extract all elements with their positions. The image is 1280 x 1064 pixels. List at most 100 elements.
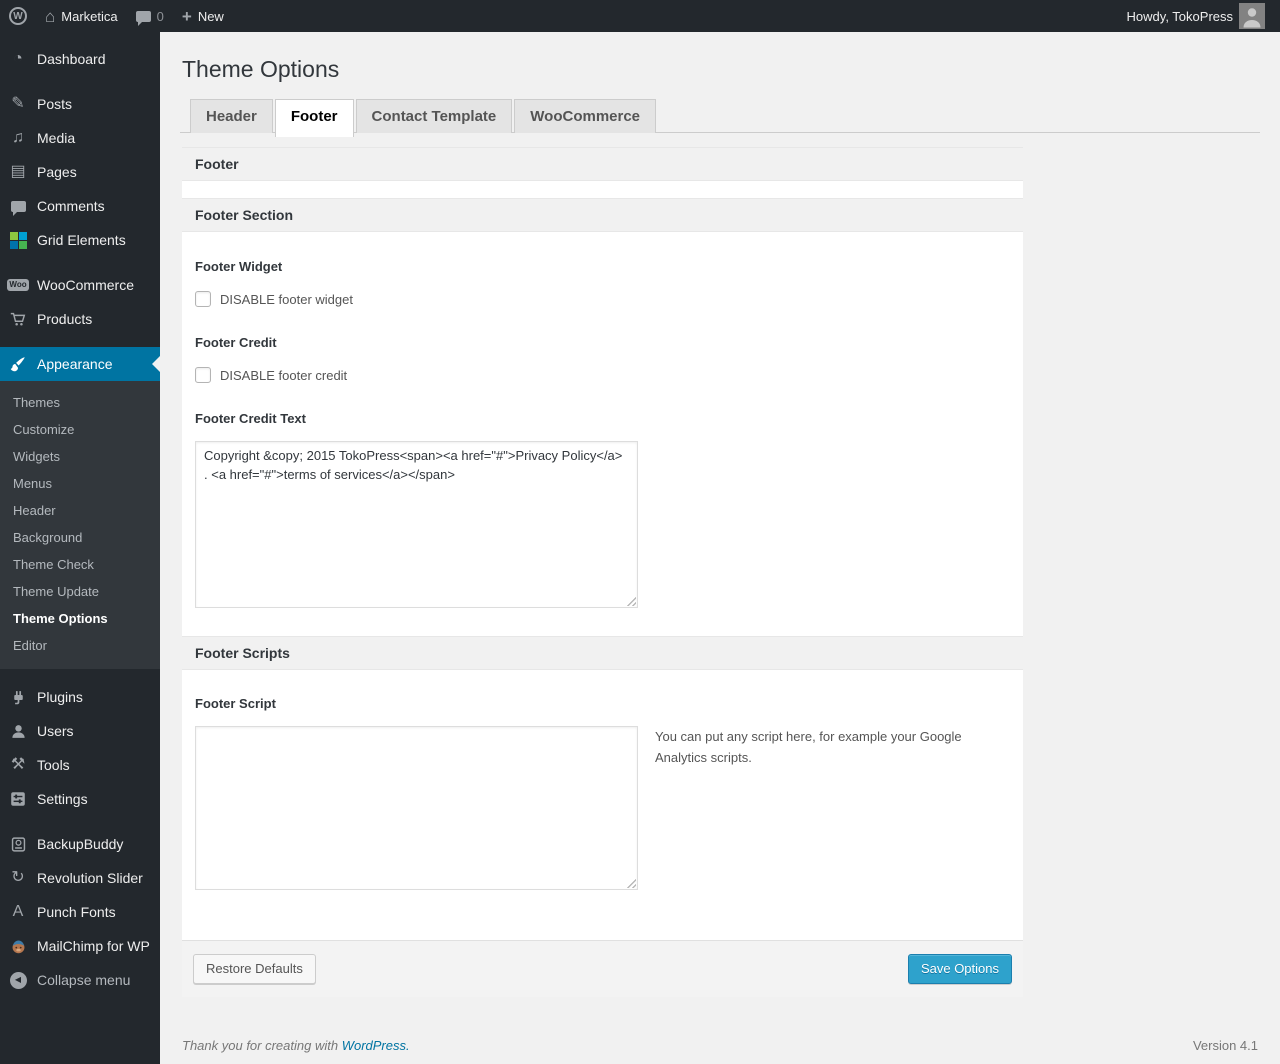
sidebar-item-label: Grid Elements: [37, 232, 126, 248]
home-icon: ⌂: [45, 6, 56, 26]
admin-sidebar: ◔ Dashboard ✎ Posts ♫ Media ▤ Pages Comm…: [0, 32, 160, 1064]
sidebar-item-label: BackupBuddy: [37, 836, 124, 852]
sidebar-item-appearance[interactable]: Appearance: [0, 347, 160, 381]
footer-widget-checkbox-row: DISABLE footer widget: [195, 291, 1010, 307]
footer-script-help-text: You can put any script here, for example…: [655, 729, 962, 765]
sidebar-item-label: Punch Fonts: [37, 904, 116, 920]
collapse-menu-button[interactable]: ◀ Collapse menu: [0, 963, 160, 997]
plug-icon: [8, 689, 28, 706]
sidebar-item-media[interactable]: ♫ Media: [0, 121, 160, 155]
wordpress-logo-menu[interactable]: W: [0, 0, 36, 32]
howdy-label: Howdy, TokoPress: [1126, 8, 1233, 24]
footer-script-label: Footer Script: [195, 696, 276, 711]
comment-bubble-icon: [135, 10, 151, 26]
version-label: Version 4.1: [1192, 1037, 1258, 1053]
site-name-label: Marketica: [61, 8, 118, 24]
sidebar-item-settings[interactable]: Settings: [0, 782, 160, 816]
footer-credit-text-label: Footer Credit Text: [195, 411, 306, 426]
submenu-item-header[interactable]: Header: [0, 497, 160, 524]
sidebar-item-label: Products: [37, 311, 93, 327]
sidebar-item-tools[interactable]: ⚒ Tools: [0, 748, 160, 782]
sidebar-item-label: WooCommerce: [37, 277, 134, 293]
sidebar-item-comments[interactable]: Comments: [0, 189, 160, 223]
panel-header: Footer: [182, 147, 1023, 181]
tab-contact-template[interactable]: Contact Template: [355, 99, 513, 133]
sidebar-item-products[interactable]: Products: [0, 302, 160, 336]
sidebar-item-label: Appearance: [37, 356, 113, 372]
sidebar-item-dashboard[interactable]: ◔ Dashboard: [0, 42, 160, 76]
sidebar-item-revolution-slider[interactable]: ↻ Revolution Slider: [0, 861, 160, 895]
backup-drive-icon: [8, 836, 28, 853]
pushpin-icon: ✎: [11, 95, 25, 112]
submenu-item-widgets[interactable]: Widgets: [0, 443, 160, 470]
refresh-arrows-icon: ↻: [11, 869, 25, 886]
sidebar-item-mailchimp[interactable]: MailChimp for WP: [0, 929, 160, 963]
wordpress-link[interactable]: WordPress.: [342, 1038, 410, 1053]
disable-footer-widget-checkbox[interactable]: [195, 291, 211, 307]
tab-footer[interactable]: Footer: [274, 99, 354, 137]
sidebar-item-backupbuddy[interactable]: BackupBuddy: [0, 827, 160, 861]
collapse-arrow-icon: ◀: [8, 971, 28, 989]
submenu-item-background[interactable]: Background: [0, 524, 160, 551]
sidebar-item-pages[interactable]: ▤ Pages: [0, 155, 160, 189]
sidebar-item-label: Pages: [37, 164, 77, 180]
comment-bubble-icon: [8, 200, 28, 216]
submenu-item-theme-update[interactable]: Theme Update: [0, 578, 160, 605]
comments-menu[interactable]: 0: [127, 0, 173, 32]
sidebar-item-woocommerce[interactable]: Woo WooCommerce: [0, 268, 160, 302]
admin-footer: Thank you for creating with WordPress. V…: [180, 1038, 1260, 1053]
submenu-item-themes[interactable]: Themes: [0, 389, 160, 416]
new-content-menu[interactable]: + New: [173, 0, 233, 32]
sidebar-item-label: MailChimp for WP: [37, 938, 150, 954]
paintbrush-icon: [8, 355, 28, 373]
sidebar-item-label: Tools: [37, 757, 70, 773]
account-menu[interactable]: Howdy, TokoPress: [1118, 0, 1274, 32]
main-content: Theme Options Header Footer Contact Templa…: [160, 32, 1280, 1064]
footer-credit-label: Footer Credit: [195, 335, 277, 350]
panel-action-bar: Restore Defaults Save Options: [182, 940, 1023, 997]
sidebar-item-users[interactable]: Users: [0, 714, 160, 748]
sliders-icon: [8, 791, 28, 807]
footer-credit-checkbox-row: DISABLE footer credit: [195, 367, 1010, 383]
sidebar-item-grid-elements[interactable]: Grid Elements: [0, 223, 160, 257]
grid-elements-icon: [8, 231, 28, 249]
submenu-item-editor[interactable]: Editor: [0, 632, 160, 659]
submenu-item-customize[interactable]: Customize: [0, 416, 160, 443]
submenu-item-theme-options[interactable]: Theme Options: [0, 605, 160, 632]
cart-icon: [8, 310, 28, 328]
admin-bar: W ⌂ Marketica 0 + New Howdy, TokoPress: [0, 0, 1280, 32]
comment-count: 0: [156, 8, 164, 24]
submenu-item-theme-check[interactable]: Theme Check: [0, 551, 160, 578]
tab-woocommerce[interactable]: WooCommerce: [514, 99, 657, 133]
disable-footer-credit-label: DISABLE footer credit: [220, 367, 348, 383]
sidebar-item-punch-fonts[interactable]: A Punch Fonts: [0, 895, 160, 929]
sidebar-item-label: Settings: [37, 791, 88, 807]
sidebar-item-label: Plugins: [37, 689, 83, 705]
appearance-submenu: Themes Customize Widgets Menus Header Ba…: [0, 381, 160, 669]
sidebar-item-label: Dashboard: [37, 51, 106, 67]
dashboard-icon: ◔: [13, 50, 23, 67]
disable-footer-widget-label: DISABLE footer widget: [220, 291, 353, 307]
sidebar-item-label: Users: [37, 723, 74, 739]
wordpress-logo-icon: W: [9, 7, 27, 25]
site-name-menu[interactable]: ⌂ Marketica: [36, 0, 127, 32]
disable-footer-credit-checkbox[interactable]: [195, 367, 211, 383]
sidebar-item-label: Comments: [37, 198, 105, 214]
footer-thanks-text: Thank you for creating with WordPress.: [182, 1037, 410, 1053]
restore-defaults-button[interactable]: Restore Defaults: [193, 954, 316, 984]
footer-credit-text-textarea[interactable]: Copyright &copy; 2015 TokoPress<span><a …: [195, 441, 638, 608]
woocommerce-badge-icon: Woo: [7, 279, 29, 291]
sidebar-item-label: Revolution Slider: [37, 870, 143, 886]
submenu-item-menus[interactable]: Menus: [0, 470, 160, 497]
media-note-icon: ♫: [12, 129, 24, 146]
collapse-menu-label: Collapse menu: [37, 972, 131, 988]
theme-options-panel: Footer Footer Section Footer Widget DISA…: [182, 147, 1023, 997]
footer-scripts-header: Footer Scripts: [182, 636, 1023, 670]
save-options-button[interactable]: Save Options: [907, 954, 1012, 984]
tab-header[interactable]: Header: [190, 99, 273, 133]
sidebar-item-plugins[interactable]: Plugins: [0, 680, 160, 714]
sidebar-item-posts[interactable]: ✎ Posts: [0, 87, 160, 121]
avatar: [1239, 3, 1265, 29]
footer-section-header: Footer Section: [182, 198, 1023, 232]
footer-script-textarea[interactable]: [195, 726, 638, 890]
